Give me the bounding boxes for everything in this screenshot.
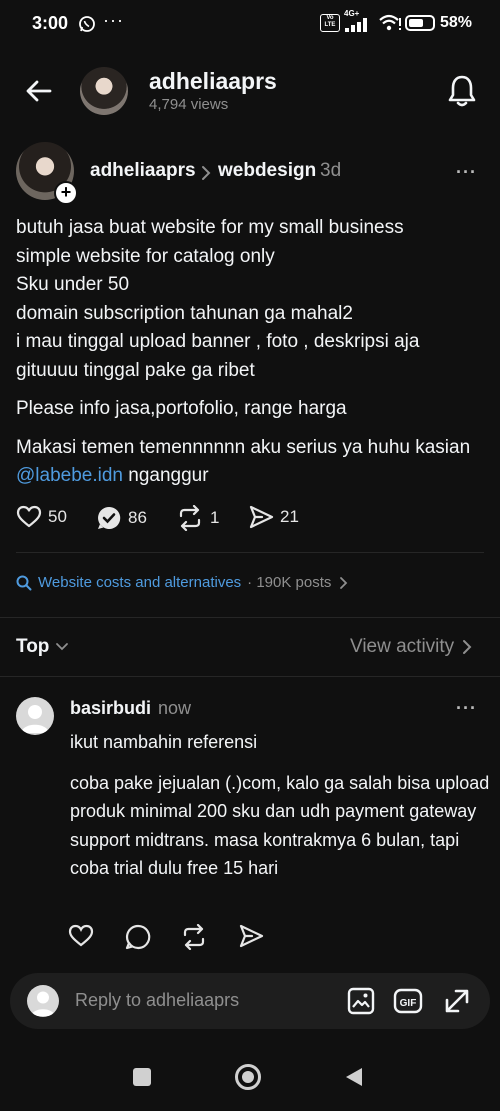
post-paragraph-3-start: Makasi temen temennnnnn aku serius ya hu… [16, 436, 471, 458]
search-icon [16, 575, 32, 591]
heart-icon[interactable] [68, 924, 94, 948]
reply-more-icon[interactable]: ··· [456, 698, 477, 719]
post-paragraph-3-end: nganggur [122, 465, 209, 486]
battery-percent: 58% [440, 14, 473, 31]
header-avatar[interactable] [80, 67, 128, 115]
heart-icon [16, 505, 42, 529]
gif-icon[interactable]: GIF [393, 986, 423, 1016]
signal-icon [345, 18, 373, 32]
reply-timestamp: now [158, 698, 192, 718]
chevron-down-icon [55, 642, 69, 652]
expand-icon[interactable] [442, 986, 472, 1016]
home-button[interactable] [235, 1064, 261, 1090]
related-search-link[interactable]: Website costs and alternatives · 190K po… [16, 574, 351, 591]
reply-input-placeholder[interactable]: Reply to adheliaaprs [75, 990, 239, 1011]
network-type: 4G+ [344, 9, 360, 18]
chevron-right-icon [200, 165, 212, 181]
chevron-right-icon [462, 639, 472, 655]
bell-icon[interactable] [446, 74, 478, 108]
back-arrow-icon[interactable] [24, 76, 54, 106]
reply-composer[interactable]: Reply to adheliaaprs GIF [10, 973, 490, 1029]
system-back-button[interactable] [344, 1066, 364, 1088]
reply-line-2: coba pake jejualan (.)com, kalo ga salah… [70, 772, 490, 879]
status-time: 3:00 [32, 13, 69, 33]
post-body: butuh jasa buat website for my small bus… [16, 214, 486, 491]
header-username[interactable]: adheliaaprs [149, 68, 277, 95]
sort-dropdown[interactable]: Top [16, 636, 69, 658]
svg-text:GIF: GIF [400, 998, 417, 1009]
volte-icon: Vo LTE [320, 14, 340, 32]
repost-icon[interactable] [180, 924, 208, 950]
chevron-right-icon [337, 576, 351, 590]
reply-author-name[interactable]: basirbudi [70, 698, 151, 719]
view-activity-link[interactable]: View activity [350, 636, 472, 658]
like-count: 50 [48, 507, 67, 526]
follow-plus-button[interactable]: + [54, 181, 78, 205]
mention-link[interactable]: @labebe.idn [16, 465, 123, 486]
send-icon[interactable] [238, 924, 264, 948]
image-icon[interactable] [346, 986, 376, 1016]
post-paragraph-1: butuh jasa buat website for my small bus… [16, 217, 420, 381]
post-timestamp: 3d [320, 160, 342, 181]
comment-count: 86 [128, 508, 147, 527]
post-more-icon[interactable]: ··· [456, 162, 477, 183]
battery-icon [405, 15, 435, 31]
section-divider [0, 617, 500, 618]
share-count: 21 [280, 507, 299, 526]
recent-apps-button[interactable] [133, 1068, 151, 1086]
header-views: 4,794 views [149, 96, 229, 113]
repost-count: 1 [210, 508, 220, 527]
comment-check-icon [96, 505, 122, 531]
post-paragraph-2: Please info jasa,portofolio, range harga [16, 398, 347, 419]
send-icon [248, 505, 274, 529]
post-author-name[interactable]: adheliaaprs [90, 160, 196, 182]
comment-icon[interactable] [125, 924, 151, 950]
wifi-icon [378, 14, 402, 32]
share-button[interactable]: 21 [248, 505, 299, 529]
like-button[interactable]: 50 [16, 505, 67, 529]
reply-avatar[interactable] [16, 697, 54, 735]
related-search-count: · 190K posts [247, 574, 332, 591]
divider [16, 552, 484, 553]
whatsapp-icon [78, 15, 96, 33]
post-topic-tag[interactable]: webdesign [218, 160, 316, 182]
sort-label: Top [16, 636, 50, 657]
composer-avatar [27, 985, 59, 1017]
reply-line-1: ikut nambahin referensi [70, 732, 258, 752]
comment-button[interactable]: 86 [96, 505, 147, 531]
post-paragraph-3: Makasi temen temennnnnn aku serius ya hu… [16, 434, 486, 491]
reply-body: ikut nambahin referensi coba pake jejual… [70, 728, 490, 883]
view-activity-label: View activity [350, 636, 455, 657]
repost-icon [176, 505, 204, 531]
repost-button[interactable]: 1 [176, 505, 219, 531]
status-bar: 3:00 ··· Vo LTE 4G+ 58% [0, 0, 500, 48]
more-notifications-icon: ··· [103, 10, 124, 30]
section-divider [0, 676, 500, 677]
related-search-title: Website costs and alternatives [38, 574, 242, 591]
